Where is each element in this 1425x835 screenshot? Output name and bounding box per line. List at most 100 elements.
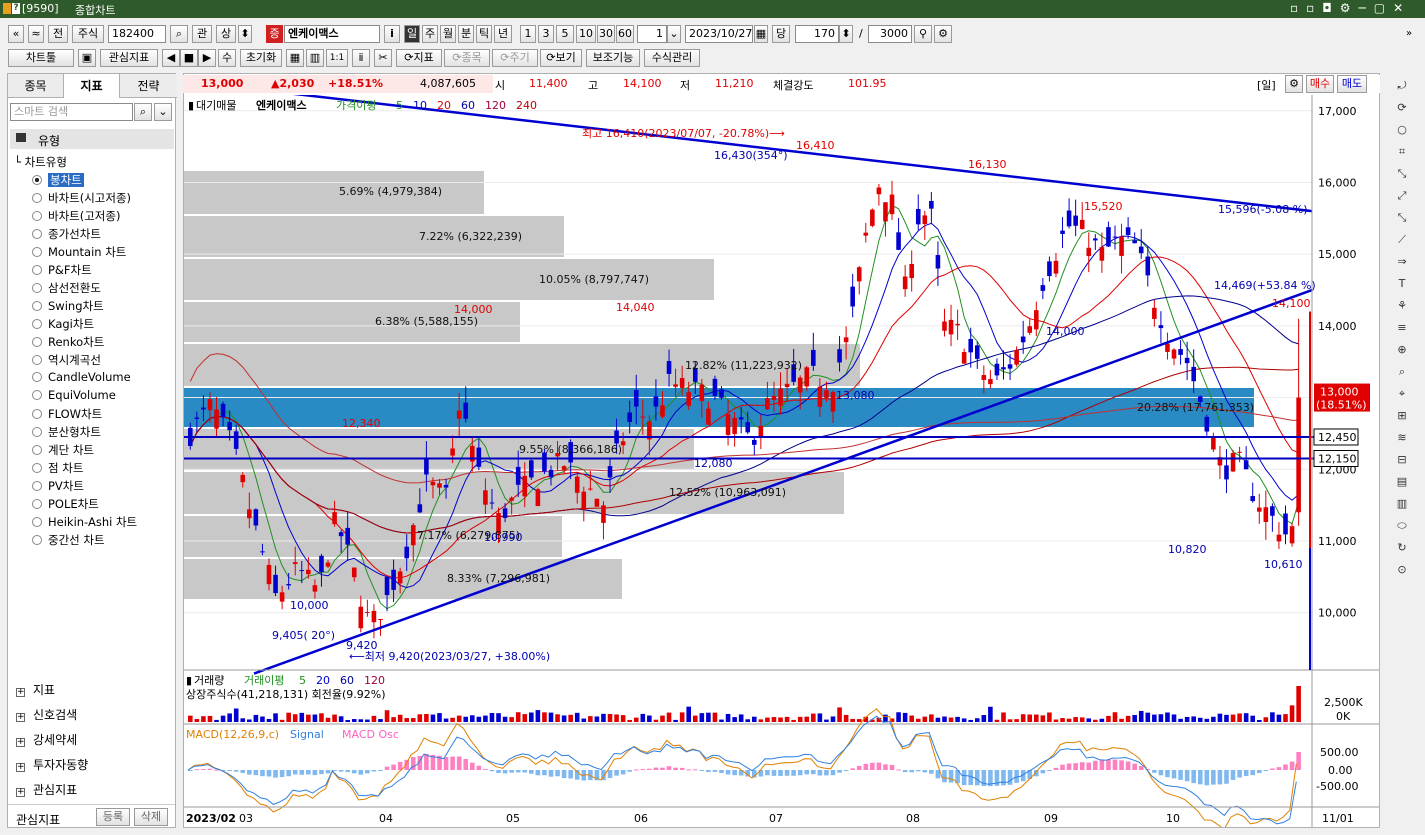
chart-type-item[interactable]: 종가선차트 <box>32 226 101 242</box>
fav-indicator-button[interactable]: 관심지표 <box>100 49 158 67</box>
chart-settings-icon[interactable]: ⚙ <box>1285 75 1303 93</box>
chart-type-item[interactable]: 바차트(고저종) <box>32 208 120 224</box>
cycle-button[interactable]: ⟳주기 <box>492 49 538 67</box>
info-button[interactable]: i <box>384 25 400 43</box>
window-controls[interactable]: ▫▫◘⚙─▢✕ <box>1290 1 1411 15</box>
search-input[interactable]: 스마트 검색 <box>10 103 133 121</box>
su-button[interactable]: 수 <box>218 49 236 67</box>
period-day-button[interactable]: 일 <box>404 25 420 43</box>
section-item[interactable]: + 강세약세 <box>16 731 77 748</box>
chart-type-item[interactable]: P&F차트 <box>32 262 92 278</box>
tab-indicator[interactable]: 지표 <box>64 74 120 98</box>
radio-icon[interactable] <box>32 175 42 185</box>
count-dropdown-icon[interactable]: ⌄ <box>667 25 681 43</box>
refresh-icon[interactable]: ⟳ <box>1393 101 1411 117</box>
wave-icon[interactable]: ≋ <box>1393 431 1411 447</box>
spinner-icon[interactable]: ⬍ <box>238 25 252 43</box>
nav-prev-button[interactable]: « <box>8 25 24 43</box>
radio-icon[interactable] <box>32 535 42 545</box>
count-input[interactable]: 1 <box>637 25 667 43</box>
chart-type-item[interactable]: CandleVolume <box>32 370 131 384</box>
period-minute-button[interactable]: 분 <box>458 25 474 43</box>
chart-type-item[interactable]: Mountain 차트 <box>32 244 126 260</box>
arrow-icon[interactable]: ⇒ <box>1393 255 1411 271</box>
delete-button[interactable]: 삭제 <box>134 808 168 826</box>
amount-input[interactable]: 170 <box>795 25 839 43</box>
chart-type-item[interactable]: 점 차트 <box>32 460 83 476</box>
section-item[interactable]: + 투자자동향 <box>16 756 88 773</box>
chart-type-item[interactable]: POLE차트 <box>32 496 99 512</box>
search-icon[interactable]: ⌕ <box>170 25 188 43</box>
extend-icon[interactable]: ⤡ <box>1393 211 1411 227</box>
num-30-button[interactable]: 30 <box>597 25 615 43</box>
calendar-icon[interactable]: ▦ <box>754 25 768 43</box>
num-10-button[interactable]: 10 <box>576 25 596 43</box>
ellipse-icon[interactable]: ⬭ <box>1393 519 1411 535</box>
radio-icon[interactable] <box>32 337 42 347</box>
num-1-button[interactable]: 1 <box>520 25 536 43</box>
radio-icon[interactable] <box>32 427 42 437</box>
formula-button[interactable]: 수식관리 <box>644 49 700 67</box>
expand-icon[interactable]: » <box>1406 28 1412 39</box>
radio-icon[interactable] <box>32 283 42 293</box>
market-select[interactable]: 주식 <box>72 25 104 43</box>
next-icon[interactable]: ▶ <box>198 49 216 67</box>
radio-icon[interactable] <box>32 517 42 527</box>
sell-button[interactable]: 매도 <box>1337 75 1367 93</box>
line-icon[interactable]: ⤡ <box>1393 167 1411 183</box>
radio-icon[interactable] <box>32 193 42 203</box>
chart-type-item[interactable]: FLOW차트 <box>32 406 102 422</box>
box-icon[interactable]: ⊟ <box>1393 453 1411 469</box>
code-input[interactable]: 182400 <box>108 25 166 43</box>
total-input[interactable]: 3000 <box>868 25 912 43</box>
radio-icon[interactable] <box>32 211 42 221</box>
section-item[interactable]: + 지표 <box>16 681 55 698</box>
crosshair-icon[interactable]: ⊕ <box>1393 343 1411 359</box>
radio-icon[interactable] <box>32 247 42 257</box>
radio-icon[interactable] <box>32 409 42 419</box>
radio-icon[interactable] <box>32 499 42 509</box>
expand-down-icon[interactable]: ⌄ <box>154 103 172 121</box>
prev-icon[interactable]: ◀ <box>162 49 180 67</box>
add-button[interactable]: 등록 <box>96 808 130 826</box>
expand-plus-icon[interactable]: + <box>16 688 25 697</box>
target-icon[interactable]: ⌖ <box>1393 387 1411 403</box>
expand-plus-icon[interactable]: + <box>16 738 25 747</box>
chart-type-item[interactable]: 중간선 차트 <box>32 532 105 548</box>
num-60-button[interactable]: 60 <box>616 25 634 43</box>
chart-type-item[interactable]: EquiVolume <box>32 388 116 402</box>
ray-icon[interactable]: ⤢ <box>1393 189 1411 205</box>
chart-type-item[interactable]: 바차트(시고저종) <box>32 190 131 206</box>
period-tick-button[interactable]: 틱 <box>476 25 492 43</box>
zoom-icon[interactable]: ⌕ <box>1393 365 1411 381</box>
record-icon[interactable]: ⊙ <box>1393 563 1411 579</box>
expand-plus-icon[interactable]: + <box>16 788 25 797</box>
rotate-icon[interactable]: ⤾ <box>1393 79 1411 95</box>
reset-button[interactable]: 초기화 <box>240 49 282 67</box>
radio-icon[interactable] <box>32 301 42 311</box>
radio-icon[interactable] <box>32 319 42 329</box>
search-icon[interactable]: ⌕ <box>134 103 152 121</box>
stock-name-field[interactable]: 엔케이맥스 <box>284 25 380 43</box>
scissors-icon[interactable]: ✂ <box>374 49 392 67</box>
chart-type-header[interactable]: └ 차트유형 <box>14 154 67 170</box>
chart-type-item[interactable]: Renko차트 <box>32 334 104 350</box>
stock-button[interactable]: ⟳종목 <box>444 49 490 67</box>
chart-tool-button[interactable]: 차트툴 <box>8 49 74 67</box>
section-item[interactable]: + 관심지표 <box>16 781 77 798</box>
stop-icon[interactable]: ■ <box>180 49 198 67</box>
bars-icon[interactable]: ▤ <box>1393 475 1411 491</box>
settings-icon[interactable]: ⚙ <box>934 25 952 43</box>
zoom-icon[interactable]: ⚲ <box>914 25 932 43</box>
period-month-button[interactable]: 월 <box>440 25 456 43</box>
chart-type-item[interactable]: 분산형차트 <box>32 424 101 440</box>
stock-chart[interactable]: ▮ 대기매물 엔케이맥스 가격이평 5 10 20 60 120 2405.69% (4,979,… <box>184 95 1379 827</box>
radio-icon[interactable] <box>32 372 42 382</box>
ratio-icon[interactable]: 1:1 <box>326 49 348 67</box>
figure-icon[interactable]: ⚘ <box>1393 299 1411 315</box>
columns-icon[interactable]: ▥ <box>1393 497 1411 513</box>
radio-icon[interactable] <box>32 229 42 239</box>
radio-icon[interactable] <box>32 481 42 491</box>
radio-icon[interactable] <box>32 390 42 400</box>
section-item[interactable]: + 신호검색 <box>16 706 77 723</box>
